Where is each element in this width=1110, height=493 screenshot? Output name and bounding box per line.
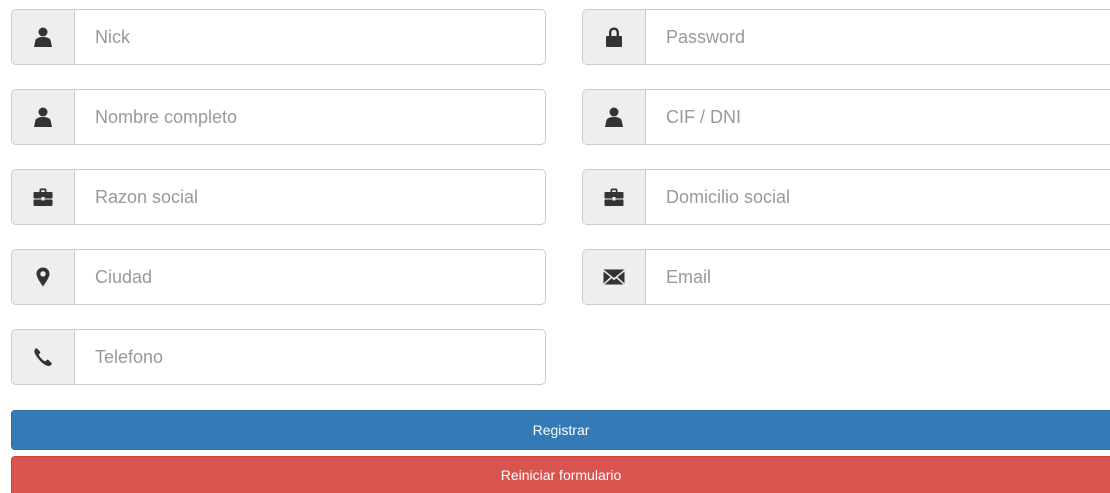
envelope-icon <box>583 250 646 304</box>
nick-input[interactable] <box>75 10 545 64</box>
user-icon <box>583 90 646 144</box>
registration-form: Registrar Reiniciar formulario <box>0 0 1110 493</box>
phone-icon <box>12 330 75 384</box>
nick-field-group <box>11 9 546 65</box>
email-field-group <box>582 249 1110 305</box>
email-input[interactable] <box>646 250 1110 304</box>
telefono-field-group <box>11 329 546 385</box>
briefcase-icon <box>583 170 646 224</box>
briefcase-icon <box>12 170 75 224</box>
razon-social-field-group <box>11 169 546 225</box>
register-button[interactable]: Registrar <box>11 410 1110 450</box>
cif-dni-field-group <box>582 89 1110 145</box>
ciudad-field-group <box>11 249 546 305</box>
nombre-completo-input[interactable] <box>75 90 545 144</box>
lock-icon <box>583 10 646 64</box>
user-icon <box>12 10 75 64</box>
map-marker-icon <box>12 250 75 304</box>
nombre-completo-field-group <box>11 89 546 145</box>
cif-dni-input[interactable] <box>646 90 1110 144</box>
domicilio-social-field-group <box>582 169 1110 225</box>
password-field-group <box>582 9 1110 65</box>
ciudad-input[interactable] <box>75 250 545 304</box>
razon-social-input[interactable] <box>75 170 545 224</box>
telefono-input[interactable] <box>75 330 545 384</box>
reset-form-button[interactable]: Reiniciar formulario <box>11 456 1110 493</box>
user-icon <box>12 90 75 144</box>
domicilio-social-input[interactable] <box>646 170 1110 224</box>
password-input[interactable] <box>646 10 1110 64</box>
